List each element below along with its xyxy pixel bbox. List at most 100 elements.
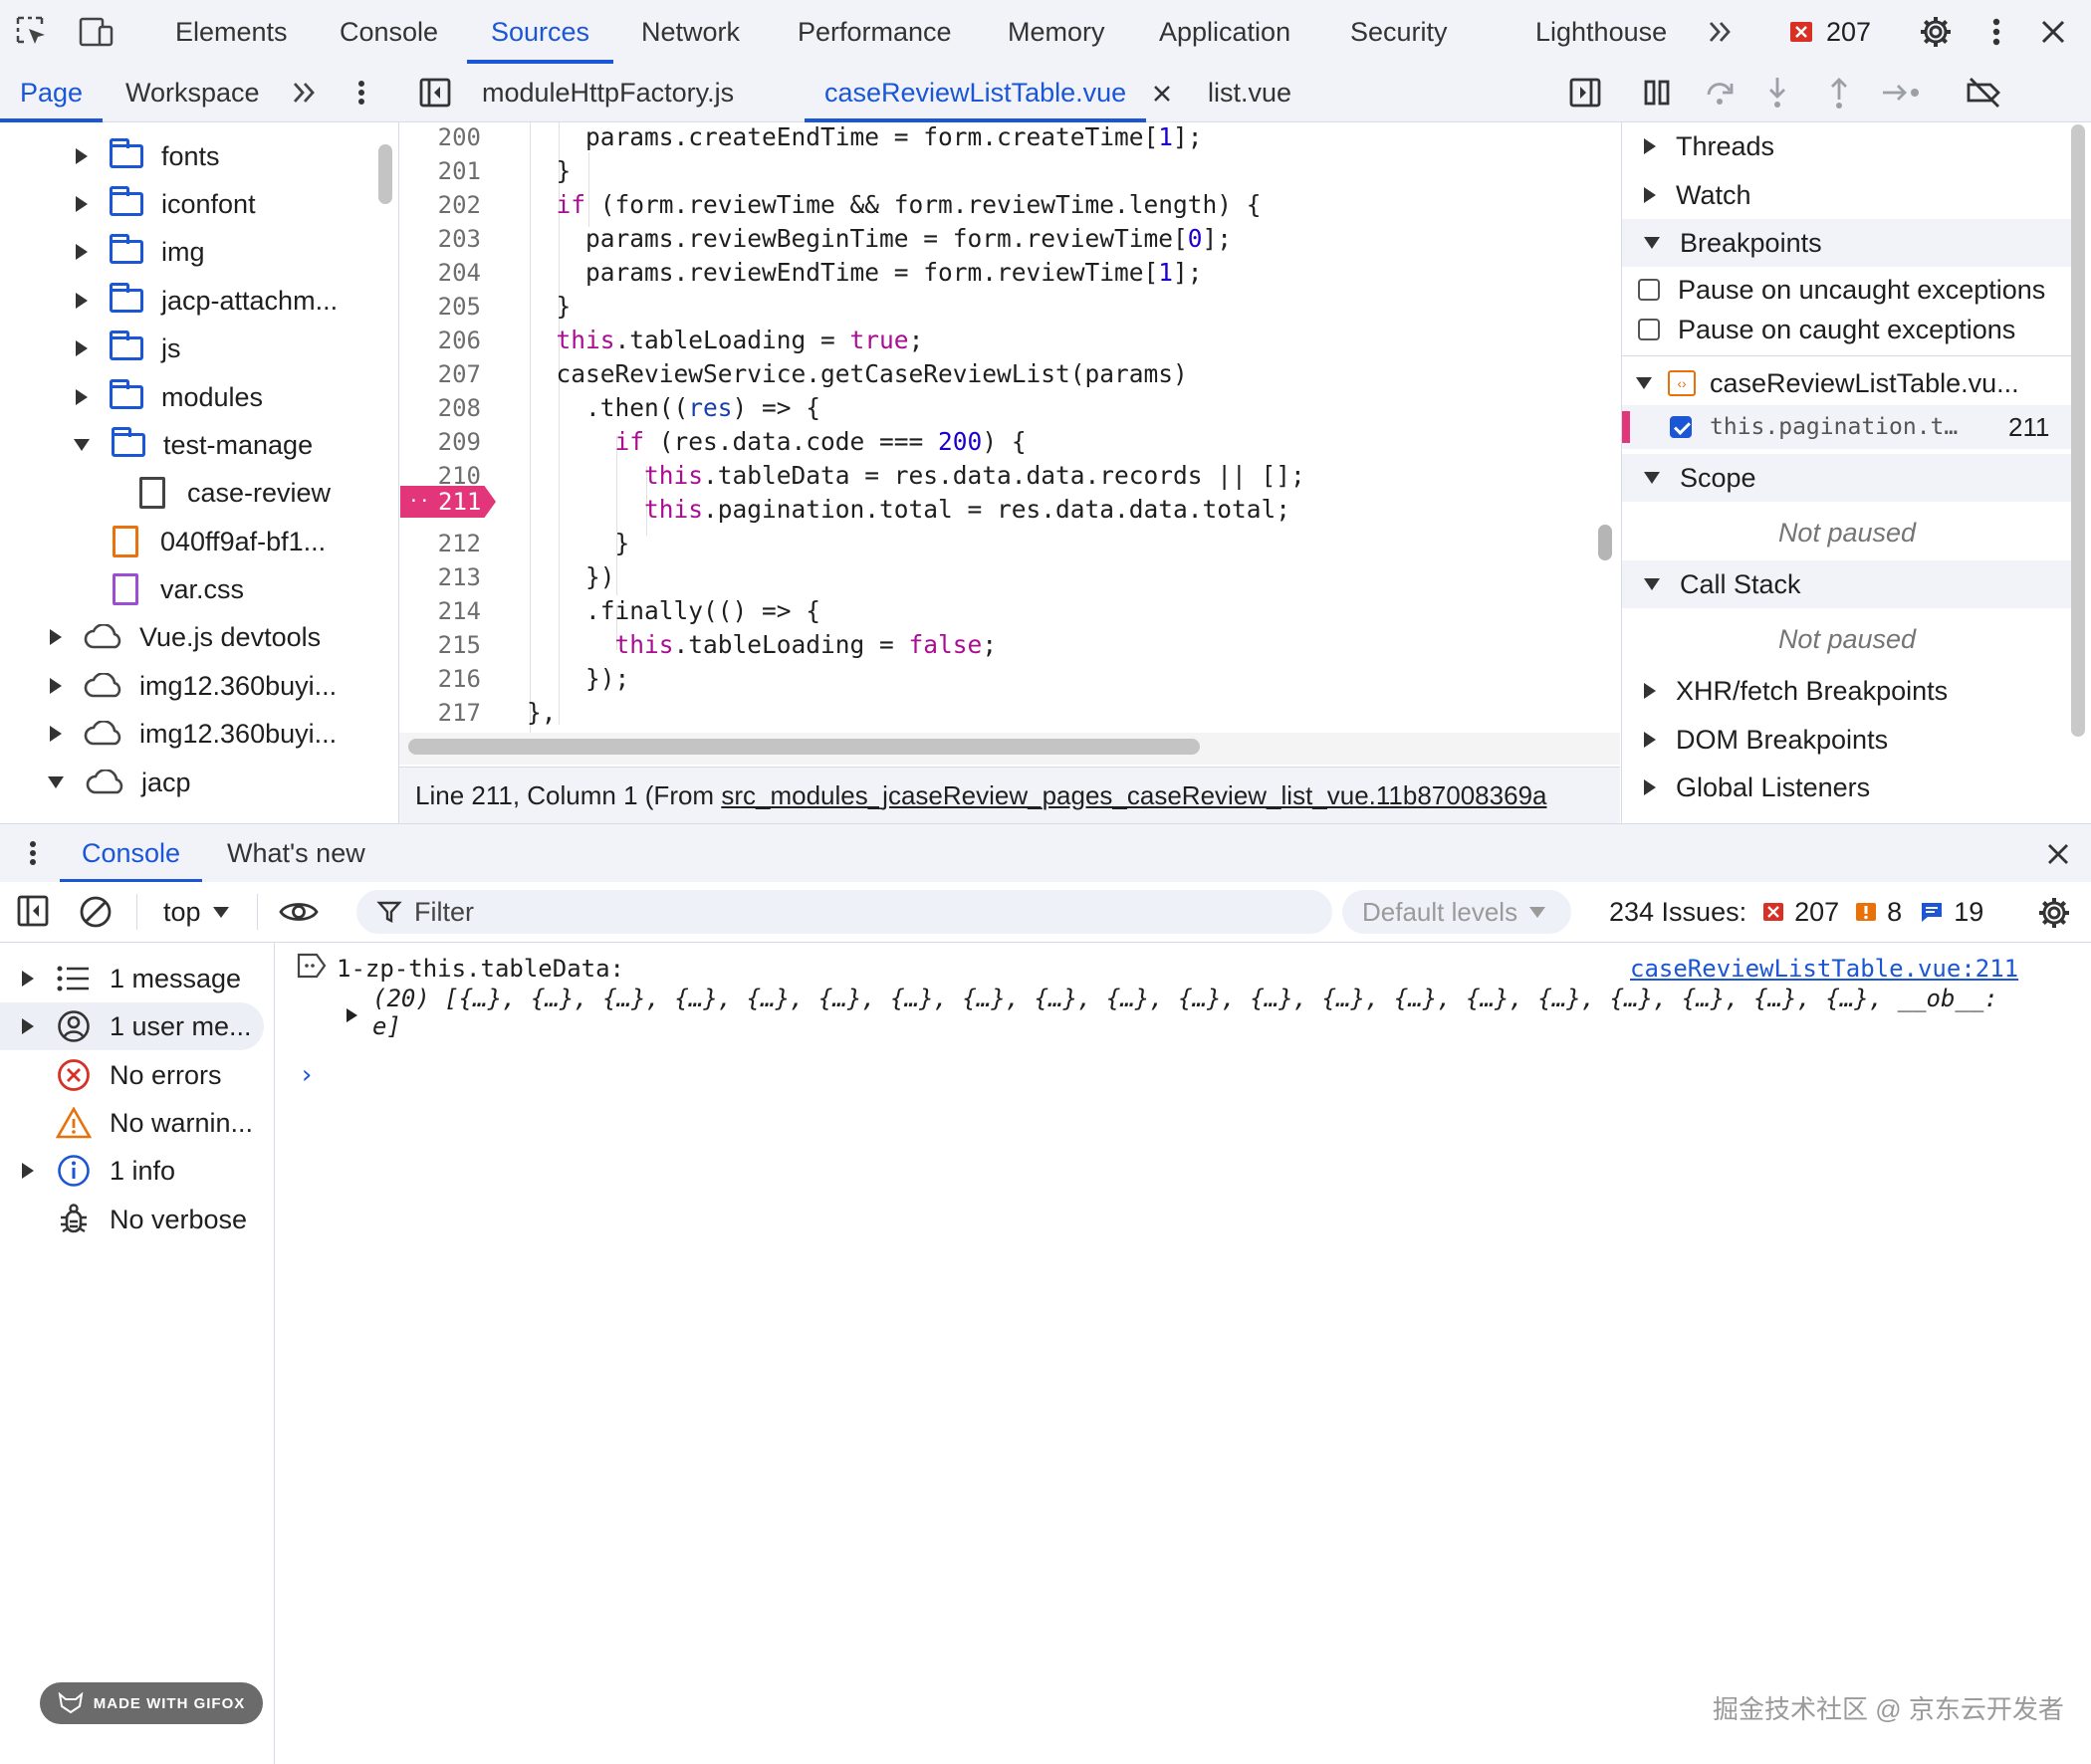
code-line[interactable]: .finally(() => { [527,594,820,628]
editor-tab-list-vue[interactable]: list.vue [1208,64,1291,121]
console-settings-icon[interactable] [2035,894,2073,932]
editor-vertical-scrollbar[interactable] [1598,525,1612,560]
close-tab-icon[interactable] [1149,81,1175,107]
tab-console[interactable]: Console [340,0,438,64]
log-array-preview[interactable]: (20) [{…}, {…}, {…}, {…}, {…}, {…}, {…},… [372,985,1998,1012]
pause-resume-icon[interactable] [1641,78,1673,108]
toggle-debugger-icon[interactable] [1568,77,1602,109]
tab-network[interactable]: Network [641,0,740,64]
close-drawer-icon[interactable] [2043,839,2073,869]
expand-array-icon[interactable] [347,1008,357,1022]
drawer-menu-icon[interactable] [18,836,48,870]
tab-page[interactable]: Page [0,64,104,122]
breakpoint-enabled-checkbox[interactable] [1670,416,1692,438]
tree-item-js[interactable]: js [76,326,181,371]
code-line[interactable]: } [527,527,630,560]
code-line[interactable]: } [527,290,572,324]
tree-item-img12-b[interactable]: img12.360buyi... [50,711,337,757]
expand-arrow-icon[interactable] [22,1018,34,1034]
section-global-listeners[interactable]: Global Listeners [1622,764,2072,811]
sidebar-item-verbose[interactable]: No verbose [0,1196,264,1243]
sidebar-item-user-messages[interactable]: 1 user me... [0,1002,264,1050]
collapse-arrow-icon[interactable] [1644,578,1660,590]
issues-counter[interactable]: 234 Issues: 207 8 19 [1583,882,1983,942]
sidebar-item-errors[interactable]: No errors [0,1051,264,1099]
section-scope[interactable]: Scope [1622,454,2072,502]
pause-caught-checkbox[interactable] [1638,319,1660,340]
code-line[interactable]: this.pagination.total = res.data.data.to… [527,493,1290,527]
tab-memory[interactable]: Memory [1008,0,1105,64]
console-filter-input[interactable]: Filter [356,890,1332,934]
tab-performance[interactable]: Performance [798,0,952,64]
toggle-sidebar-icon[interactable] [16,894,50,928]
drawer-tab-console[interactable]: Console [59,824,203,883]
log-source-link[interactable]: caseReviewListTable.vue:211 [1630,955,2018,983]
source-map-link[interactable]: src_modules_jcaseReview_pages_caseReview… [721,780,1546,810]
code-editor[interactable]: 2002012022032042052062072082092102112122… [399,122,1591,733]
tab-application[interactable]: Application [1159,0,1290,64]
expand-arrow-icon[interactable] [76,244,88,260]
expand-arrow-icon[interactable] [76,148,88,164]
toggle-navigator-icon[interactable] [418,77,452,109]
section-breakpoints[interactable]: Breakpoints [1622,219,2072,267]
clear-console-icon[interactable] [78,894,114,930]
code-line[interactable]: this.tableData = res.data.data.records |… [527,459,1305,493]
more-options-icon[interactable] [1981,14,2011,50]
drawer-tab-whats-new[interactable]: What's new [227,824,365,882]
code-line[interactable]: this.tableLoading = false; [527,628,998,662]
code-area[interactable]: params.createEndTime = form.createTime[1… [399,122,1591,733]
breakpoint-entry[interactable]: this.pagination.t… 211 [1622,405,2072,449]
settings-gear-icon[interactable] [1916,12,1956,52]
step-over-icon[interactable] [1703,78,1737,108]
code-line[interactable]: params.reviewEndTime = form.reviewTime[1… [527,256,1203,290]
breakpoint-file-row[interactable]: ‹› caseReviewListTable.vu... [1622,361,2072,405]
section-xhr-breakpoints[interactable]: XHR/fetch Breakpoints [1622,667,2072,715]
pause-uncaught-row[interactable]: Pause on uncaught exceptions [1622,270,2072,310]
expand-arrow-icon[interactable] [76,389,88,405]
tab-workspace[interactable]: Workspace [125,64,260,121]
device-toolbar-icon[interactable] [78,14,117,50]
tree-item-jacp-attachments[interactable]: jacp-attachm... [76,278,338,324]
code-line[interactable]: } [527,154,572,188]
tree-item-var-css[interactable]: var.css [113,566,244,612]
tree-item-js-file[interactable]: 040ff9af-bf1... [113,519,326,564]
tab-security[interactable]: Security [1350,0,1448,64]
live-expression-eye-icon[interactable] [277,896,321,928]
section-call-stack[interactable]: Call Stack [1622,560,2072,608]
tree-item-img12-a[interactable]: img12.360buyi... [50,663,337,709]
step-icon[interactable] [1880,78,1922,108]
collapse-arrow-icon[interactable] [1644,237,1660,249]
code-line[interactable]: }); [527,662,629,696]
collapse-arrow-icon[interactable] [48,776,64,788]
expand-arrow-icon[interactable] [50,726,62,742]
error-count-badge[interactable]: 207 [1826,0,1871,64]
expand-arrow-icon[interactable] [76,293,88,309]
section-threads[interactable]: Threads [1622,122,2072,170]
deactivate-breakpoints-icon[interactable] [1964,76,2003,110]
step-into-icon[interactable] [1762,76,1792,110]
editor-horizontal-scrollbar[interactable] [408,739,1200,755]
close-devtools-icon[interactable] [2037,16,2069,48]
expand-arrow-icon[interactable] [22,1163,34,1179]
code-line[interactable]: }, [527,696,557,730]
editor-tab-casereviewlisttable[interactable]: caseReviewListTable.vue [804,64,1147,122]
sidebar-item-messages[interactable]: 1 message [0,955,264,1002]
inspect-element-icon[interactable] [14,14,50,50]
step-out-icon[interactable] [1824,76,1854,110]
pause-uncaught-checkbox[interactable] [1638,279,1660,301]
expand-arrow-icon[interactable] [1644,187,1656,203]
sidebar-item-warnings[interactable]: No warnin... [0,1099,264,1147]
sidebar-item-info[interactable]: 1 info [0,1147,264,1195]
expand-arrow-icon[interactable] [1644,683,1656,699]
expand-arrow-icon[interactable] [50,629,62,645]
collapse-arrow-icon[interactable] [1644,472,1660,484]
code-line[interactable]: if (res.data.code === 200) { [527,425,1027,459]
collapse-arrow-icon[interactable] [1636,377,1652,389]
console-output[interactable]: 1-zp-this.tableData: caseReviewListTable… [275,943,2091,1764]
expand-arrow-icon[interactable] [1644,138,1656,154]
expand-arrow-icon[interactable] [22,971,34,987]
tree-item-jacp[interactable]: jacp [48,760,191,805]
editor-tab-modulehttpfactory[interactable]: moduleHttpFactory.js [482,64,734,121]
code-line[interactable]: .then((res) => { [527,391,820,425]
section-watch[interactable]: Watch [1622,171,2072,219]
